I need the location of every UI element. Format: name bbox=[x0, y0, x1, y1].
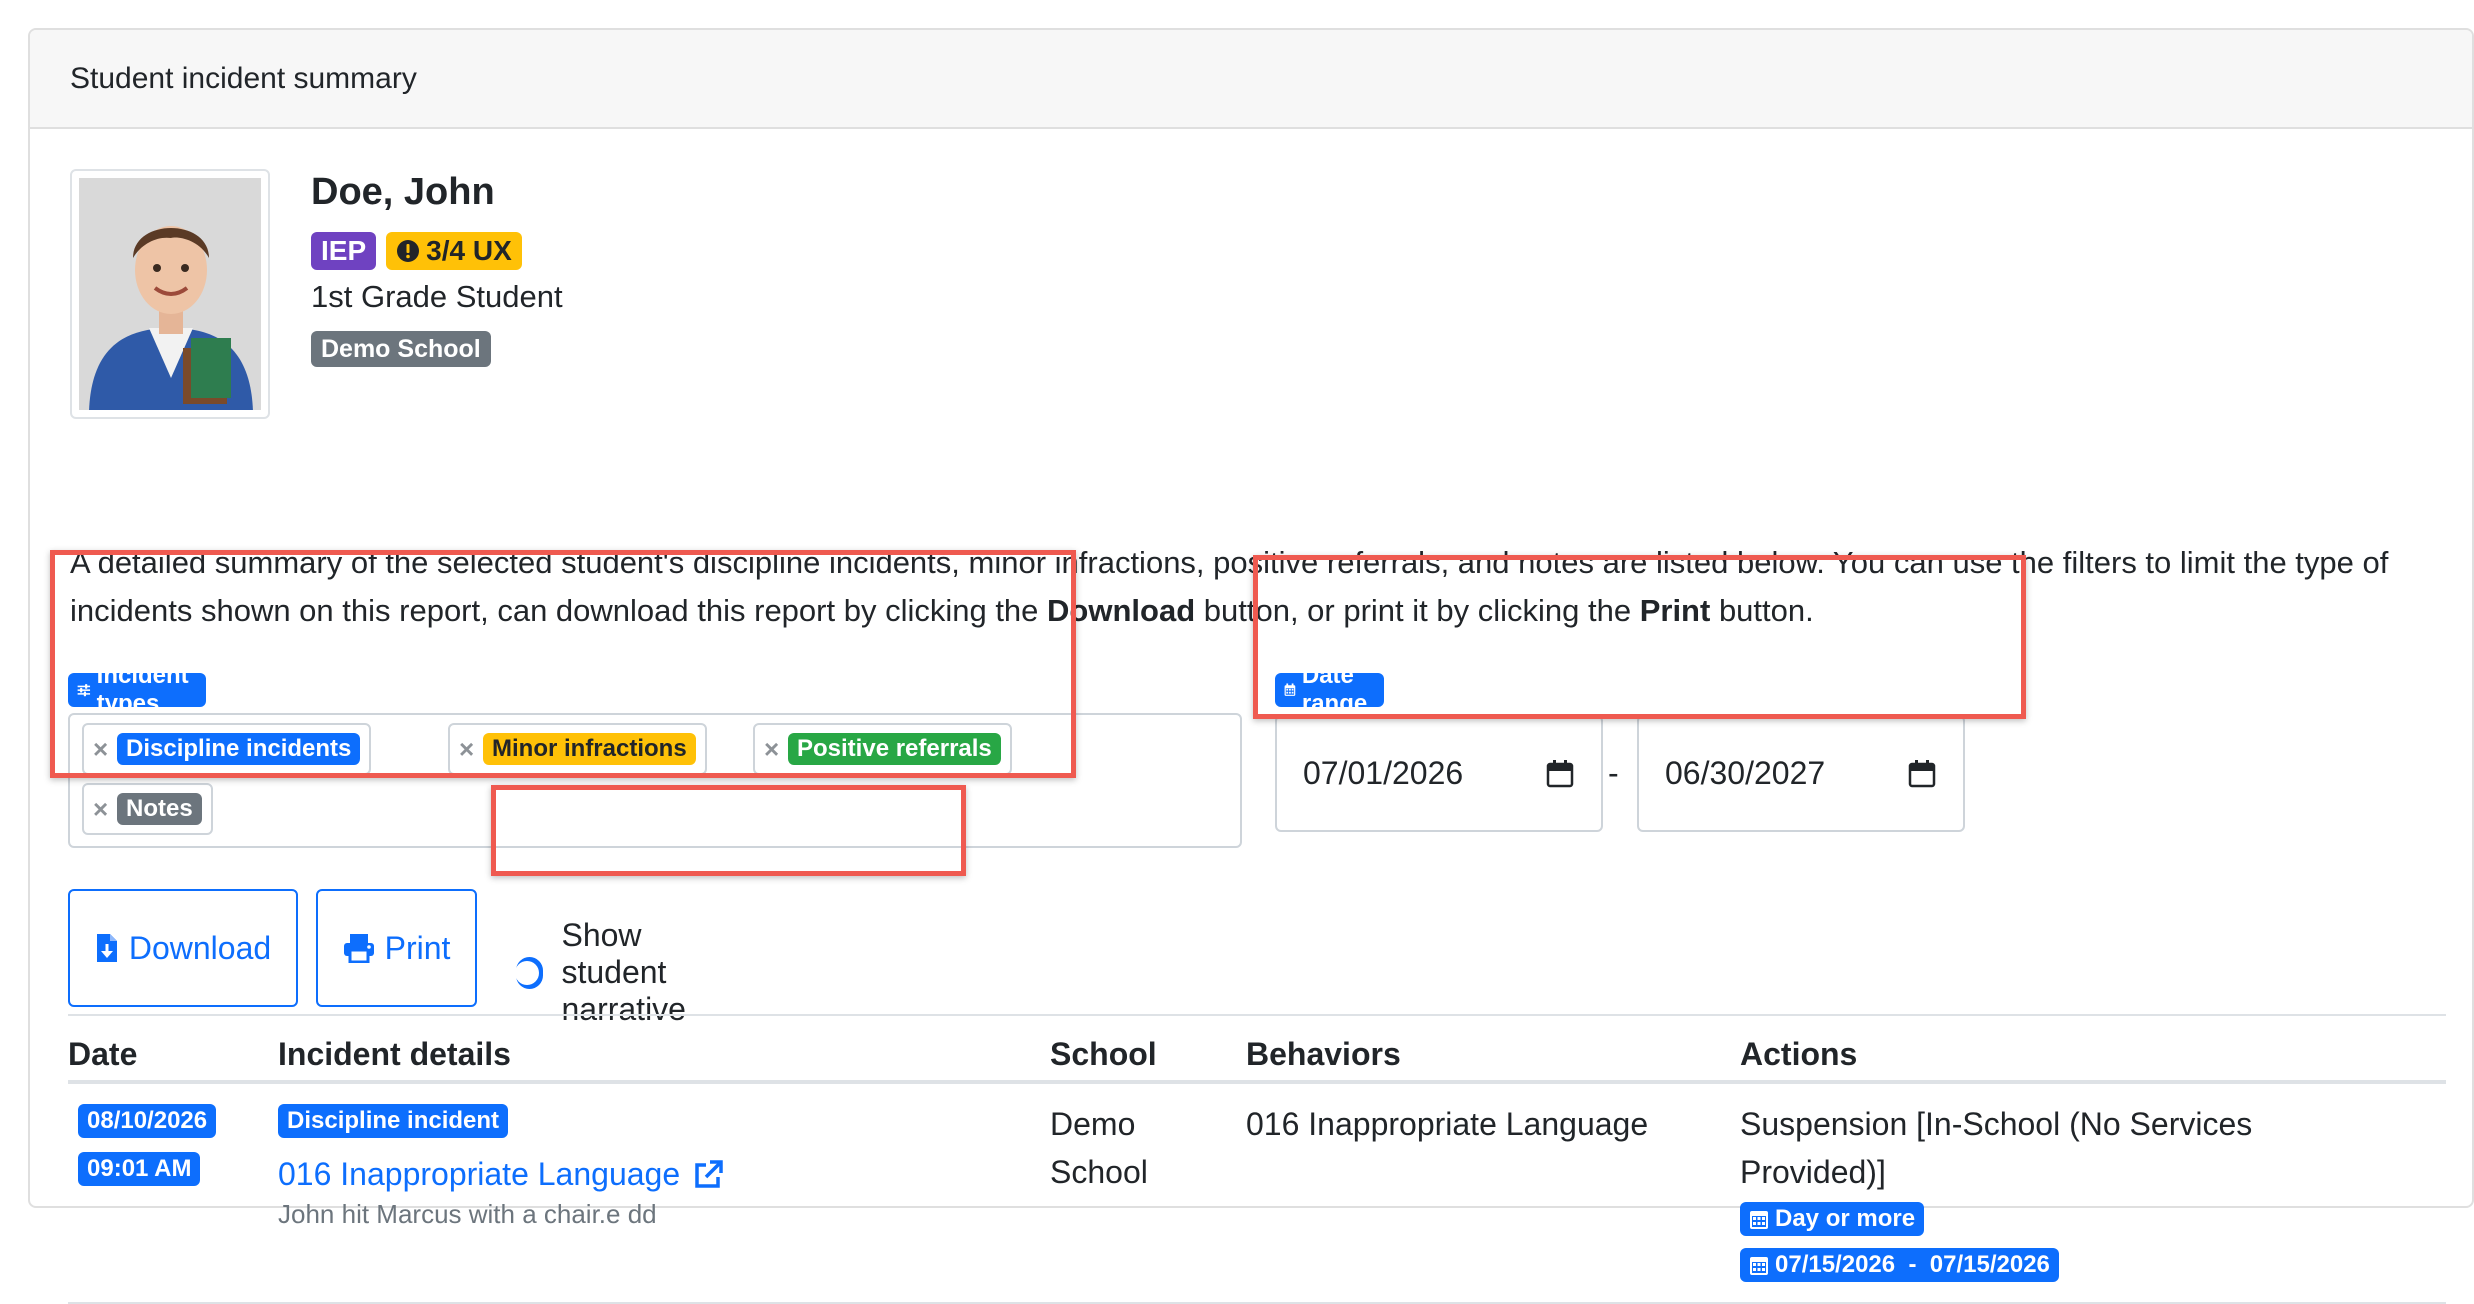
student-grade: 1st Grade Student bbox=[311, 279, 563, 314]
incident-title-link[interactable]: 016 Inappropriate Language bbox=[278, 1156, 724, 1193]
card-header: Student incident summary bbox=[30, 30, 2472, 129]
exclamation-circle-icon bbox=[397, 240, 420, 262]
calendar-icon bbox=[1284, 683, 1296, 696]
action-duration-label: Day or more bbox=[1775, 1205, 1916, 1232]
description-download-word: Download bbox=[1047, 593, 1196, 628]
chip-positive-referrals: × Positive referrals bbox=[753, 723, 1012, 775]
calendar-picker-icon[interactable] bbox=[1545, 759, 1575, 789]
description-part2: button, or print it by clicking the bbox=[1195, 593, 1640, 628]
remove-discipline-incidents-icon[interactable]: × bbox=[93, 734, 108, 765]
print-button-label: Print bbox=[384, 929, 451, 966]
description-part3: button. bbox=[1710, 593, 1814, 628]
column-header-behaviors: Behaviors bbox=[1246, 1036, 1401, 1072]
column-header-school: School bbox=[1050, 1036, 1157, 1072]
report-description: A detailed summary of the selected stude… bbox=[70, 539, 2440, 635]
date-separator: - bbox=[1608, 755, 1619, 791]
file-download-icon bbox=[96, 934, 117, 962]
student-avatar bbox=[79, 178, 261, 410]
incidents-table: Date Incident details School Behaviors A… bbox=[68, 1014, 2446, 1304]
action-line-1: Suspension [In-School (No Services bbox=[1740, 1106, 2253, 1142]
narrative-label: Show student narrative bbox=[561, 917, 686, 1027]
chip-label: Discipline incidents bbox=[117, 733, 361, 765]
calendar-picker-icon[interactable] bbox=[1907, 759, 1937, 789]
table-row: 08/10/2026 09:01 AM Discipline incident … bbox=[68, 1084, 2446, 1304]
card-title: Student incident summary bbox=[70, 61, 417, 95]
remove-minor-infractions-icon[interactable]: × bbox=[459, 734, 474, 765]
incident-date-badge: 08/10/2026 bbox=[78, 1104, 217, 1138]
school-line-2: School bbox=[1050, 1154, 1148, 1190]
incident-types-select[interactable]: × Discipline incidents × Minor infractio… bbox=[68, 713, 1242, 848]
iep-badge: IEP bbox=[311, 232, 377, 270]
chip-label: Minor infractions bbox=[483, 733, 696, 765]
description-print-word: Print bbox=[1639, 593, 1711, 628]
date-from-input[interactable]: 07/01/2026 bbox=[1275, 715, 1603, 832]
incident-details-cell: Discipline incident 016 Inappropriate La… bbox=[278, 1104, 724, 1230]
chip-label: Notes bbox=[117, 793, 202, 825]
school-line-1: Demo bbox=[1050, 1106, 1136, 1142]
incident-behaviors-cell: 016 Inappropriate Language bbox=[1246, 1106, 1649, 1142]
incident-types-label: Incident types bbox=[68, 662, 207, 717]
action-date-range-badge: 07/15/2026 - 07/15/2026 bbox=[1740, 1248, 2059, 1282]
action-date-range-label: 07/15/2026 - 07/15/2026 bbox=[1775, 1251, 2050, 1278]
narrative-switch[interactable] bbox=[515, 956, 544, 989]
incident-title: 016 Inappropriate Language bbox=[278, 1156, 681, 1192]
action-duration-badge: Day or more bbox=[1740, 1202, 1925, 1236]
chip-label: Positive referrals bbox=[788, 733, 1001, 765]
print-button[interactable]: Print bbox=[316, 889, 477, 1007]
date-to-value: 06/30/2027 bbox=[1665, 755, 1826, 791]
download-button[interactable]: Download bbox=[68, 889, 298, 1007]
incident-school-cell: Demo School bbox=[1050, 1100, 1148, 1196]
table-header: Date Incident details School Behaviors A… bbox=[68, 1014, 2446, 1084]
download-button-label: Download bbox=[128, 929, 272, 966]
action-line-2: Provided)] bbox=[1740, 1154, 1886, 1190]
date-range-label-text: Date range bbox=[1301, 662, 1368, 717]
ux-badge-label: 3/4 UX bbox=[426, 235, 512, 266]
calendar-icon bbox=[1750, 1257, 1768, 1275]
student-badges: IEP 3/4 UX bbox=[311, 232, 522, 270]
student-photo bbox=[70, 169, 270, 419]
incident-actions-cell: Suspension [In-School (No Services Provi… bbox=[1740, 1100, 2252, 1282]
column-header-incident-details: Incident details bbox=[278, 1036, 511, 1072]
incident-type-badge: Discipline incident bbox=[278, 1104, 509, 1138]
student-avatar-illustration bbox=[79, 178, 261, 410]
remove-positive-referrals-icon[interactable]: × bbox=[764, 734, 779, 765]
chip-discipline-incidents: × Discipline incidents bbox=[82, 723, 372, 775]
incident-types-label-text: Incident types bbox=[96, 662, 189, 717]
remove-notes-icon[interactable]: × bbox=[93, 794, 108, 825]
sliders-icon bbox=[77, 684, 91, 697]
student-name: Doe, John bbox=[311, 171, 495, 213]
chip-notes: × Notes bbox=[82, 783, 213, 835]
iep-badge-label: IEP bbox=[321, 235, 367, 266]
date-to-input[interactable]: 06/30/2027 bbox=[1637, 715, 1965, 832]
incident-time-badge: 09:01 AM bbox=[78, 1152, 201, 1186]
show-narrative-toggle[interactable]: Show student narrative bbox=[515, 917, 717, 1028]
chip-minor-infractions: × Minor infractions bbox=[448, 723, 707, 775]
printer-icon bbox=[343, 934, 374, 963]
calendar-icon bbox=[1750, 1211, 1768, 1229]
incident-date-cell: 08/10/2026 09:01 AM bbox=[78, 1104, 217, 1186]
date-range-label: Date range bbox=[1275, 662, 1385, 717]
action-badges: Day or more 07/15/2026 - 07/15/2026 bbox=[1740, 1202, 2252, 1282]
incident-note: John hit Marcus with a chair.e dd bbox=[278, 1199, 657, 1229]
date-from-value: 07/01/2026 bbox=[1303, 755, 1464, 791]
column-header-date: Date bbox=[68, 1036, 138, 1072]
ux-badge: 3/4 UX bbox=[386, 232, 522, 270]
school-badge: Demo School bbox=[311, 331, 491, 367]
column-header-actions: Actions bbox=[1740, 1036, 1858, 1072]
